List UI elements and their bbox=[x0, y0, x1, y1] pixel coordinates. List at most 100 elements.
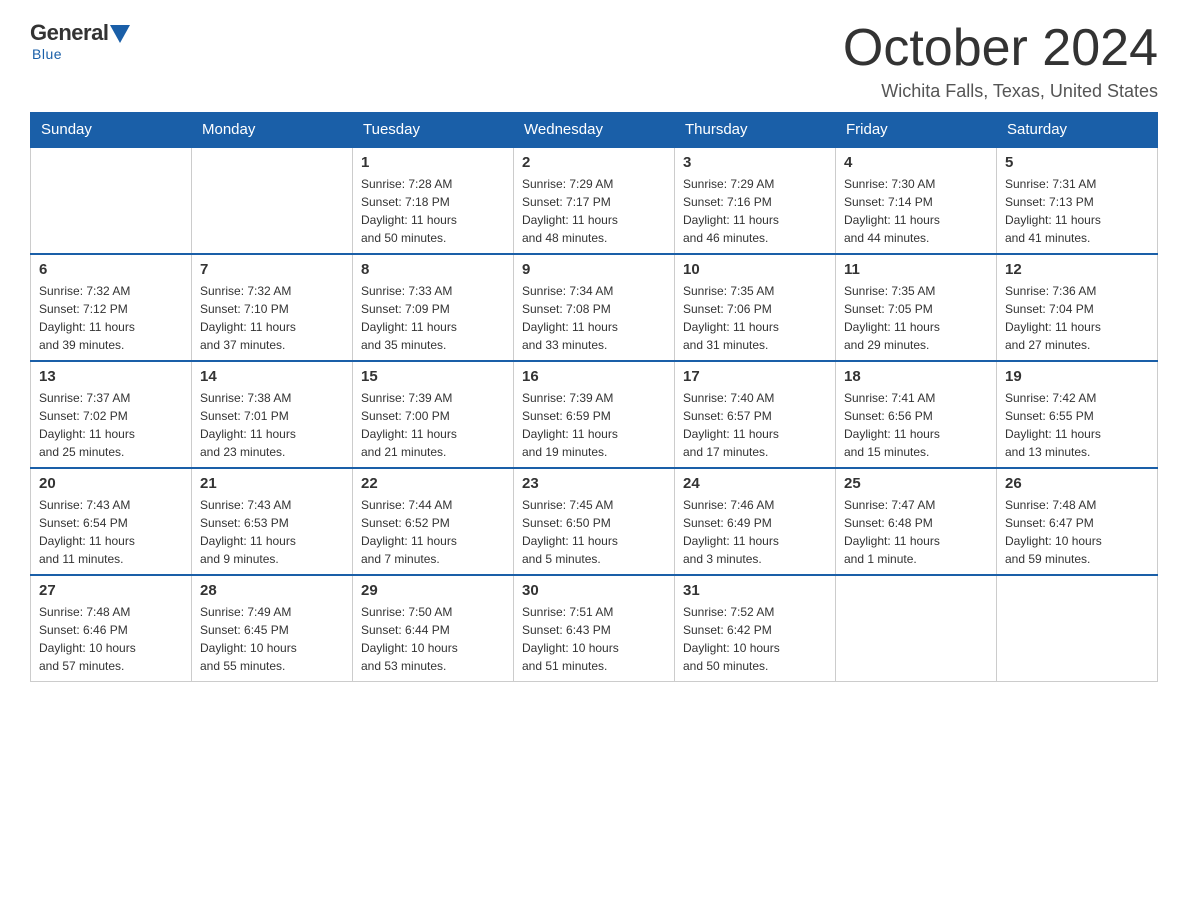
calendar-cell: 20 Sunrise: 7:43 AMSunset: 6:54 PMDayligh… bbox=[31, 468, 192, 575]
day-number: 17 bbox=[683, 368, 827, 385]
day-info: Sunrise: 7:44 AMSunset: 6:52 PMDaylight:… bbox=[361, 496, 505, 568]
calendar-cell: 1Sunrise: 7:28 AMSunset: 7:18 PMDaylight… bbox=[353, 147, 514, 254]
calendar-cell: 23 Sunrise: 7:45 AMSunset: 6:50 PMDayligh… bbox=[514, 468, 675, 575]
day-number: 11 bbox=[844, 261, 988, 278]
day-info: Sunrise: 7:29 AMSunset: 7:17 PMDaylight:… bbox=[522, 175, 666, 247]
day-number: 3 bbox=[683, 154, 827, 171]
day-info: Sunrise: 7:29 AMSunset: 7:16 PMDaylight:… bbox=[683, 175, 827, 247]
calendar-cell bbox=[31, 147, 192, 254]
day-info: Sunrise: 7:52 AMSunset: 6:42 PMDaylight:… bbox=[683, 603, 827, 675]
calendar-cell: 30 Sunrise: 7:51 AMSunset: 6:43 PMDayligh… bbox=[514, 575, 675, 682]
day-number: 6 bbox=[39, 261, 183, 278]
day-info: Sunrise: 7:51 AMSunset: 6:43 PMDaylight:… bbox=[522, 603, 666, 675]
day-info: Sunrise: 7:47 AMSunset: 6:48 PMDaylight:… bbox=[844, 496, 988, 568]
calendar-week-5: 27 Sunrise: 7:48 AMSunset: 6:46 PMDayligh… bbox=[31, 575, 1158, 682]
logo: General Blue bbox=[30, 20, 130, 62]
day-info: Sunrise: 7:37 AMSunset: 7:02 PMDaylight:… bbox=[39, 389, 183, 461]
header-saturday: Saturday bbox=[997, 113, 1158, 148]
day-info: Sunrise: 7:43 AMSunset: 6:54 PMDaylight:… bbox=[39, 496, 183, 568]
day-number: 12 bbox=[1005, 261, 1149, 278]
calendar-cell: 18 Sunrise: 7:41 AMSunset: 6:56 PMDayligh… bbox=[836, 361, 997, 468]
day-info: Sunrise: 7:48 AMSunset: 6:47 PMDaylight:… bbox=[1005, 496, 1149, 568]
day-number: 23 bbox=[522, 475, 666, 492]
day-number: 5 bbox=[1005, 154, 1149, 171]
day-info: Sunrise: 7:45 AMSunset: 6:50 PMDaylight:… bbox=[522, 496, 666, 568]
calendar-cell: 13 Sunrise: 7:37 AMSunset: 7:02 PMDayligh… bbox=[31, 361, 192, 468]
calendar-cell: 9 Sunrise: 7:34 AMSunset: 7:08 PMDaylight… bbox=[514, 254, 675, 361]
day-number: 19 bbox=[1005, 368, 1149, 385]
day-info: Sunrise: 7:39 AMSunset: 7:00 PMDaylight:… bbox=[361, 389, 505, 461]
logo-blue-text: Blue bbox=[32, 46, 62, 62]
day-number: 31 bbox=[683, 582, 827, 599]
day-info: Sunrise: 7:50 AMSunset: 6:44 PMDaylight:… bbox=[361, 603, 505, 675]
calendar-week-3: 13 Sunrise: 7:37 AMSunset: 7:02 PMDayligh… bbox=[31, 361, 1158, 468]
calendar-cell: 4 Sunrise: 7:30 AMSunset: 7:14 PMDaylight… bbox=[836, 147, 997, 254]
calendar-cell: 10Sunrise: 7:35 AMSunset: 7:06 PMDayligh… bbox=[675, 254, 836, 361]
day-number: 1 bbox=[361, 154, 505, 171]
calendar-cell: 8 Sunrise: 7:33 AMSunset: 7:09 PMDaylight… bbox=[353, 254, 514, 361]
day-number: 2 bbox=[522, 154, 666, 171]
day-number: 21 bbox=[200, 475, 344, 492]
day-number: 7 bbox=[200, 261, 344, 278]
day-number: 20 bbox=[39, 475, 183, 492]
calendar-cell: 28Sunrise: 7:49 AMSunset: 6:45 PMDayligh… bbox=[192, 575, 353, 682]
header-sunday: Sunday bbox=[31, 113, 192, 148]
day-info: Sunrise: 7:35 AMSunset: 7:06 PMDaylight:… bbox=[683, 282, 827, 354]
calendar-cell: 15 Sunrise: 7:39 AMSunset: 7:00 PMDayligh… bbox=[353, 361, 514, 468]
calendar-cell: 5 Sunrise: 7:31 AMSunset: 7:13 PMDaylight… bbox=[997, 147, 1158, 254]
day-info: Sunrise: 7:30 AMSunset: 7:14 PMDaylight:… bbox=[844, 175, 988, 247]
day-number: 24 bbox=[683, 475, 827, 492]
calendar-week-1: 1Sunrise: 7:28 AMSunset: 7:18 PMDaylight… bbox=[31, 147, 1158, 254]
day-number: 4 bbox=[844, 154, 988, 171]
day-number: 29 bbox=[361, 582, 505, 599]
main-title: October 2024 bbox=[843, 20, 1158, 77]
day-number: 8 bbox=[361, 261, 505, 278]
day-number: 13 bbox=[39, 368, 183, 385]
day-number: 30 bbox=[522, 582, 666, 599]
day-info: Sunrise: 7:33 AMSunset: 7:09 PMDaylight:… bbox=[361, 282, 505, 354]
day-info: Sunrise: 7:32 AMSunset: 7:10 PMDaylight:… bbox=[200, 282, 344, 354]
calendar-cell: 11 Sunrise: 7:35 AMSunset: 7:05 PMDayligh… bbox=[836, 254, 997, 361]
day-info: Sunrise: 7:32 AMSunset: 7:12 PMDaylight:… bbox=[39, 282, 183, 354]
day-info: Sunrise: 7:39 AMSunset: 6:59 PMDaylight:… bbox=[522, 389, 666, 461]
day-number: 26 bbox=[1005, 475, 1149, 492]
calendar-cell: 6 Sunrise: 7:32 AMSunset: 7:12 PMDaylight… bbox=[31, 254, 192, 361]
calendar-cell: 14 Sunrise: 7:38 AMSunset: 7:01 PMDayligh… bbox=[192, 361, 353, 468]
calendar-cell: 24Sunrise: 7:46 AMSunset: 6:49 PMDayligh… bbox=[675, 468, 836, 575]
calendar-cell: 21 Sunrise: 7:43 AMSunset: 6:53 PMDayligh… bbox=[192, 468, 353, 575]
day-number: 16 bbox=[522, 368, 666, 385]
day-info: Sunrise: 7:40 AMSunset: 6:57 PMDaylight:… bbox=[683, 389, 827, 461]
day-info: Sunrise: 7:34 AMSunset: 7:08 PMDaylight:… bbox=[522, 282, 666, 354]
day-info: Sunrise: 7:48 AMSunset: 6:46 PMDaylight:… bbox=[39, 603, 183, 675]
subtitle: Wichita Falls, Texas, United States bbox=[843, 81, 1158, 102]
logo-top: General bbox=[30, 20, 130, 46]
calendar-cell bbox=[836, 575, 997, 682]
header-wednesday: Wednesday bbox=[514, 113, 675, 148]
header-monday: Monday bbox=[192, 113, 353, 148]
day-info: Sunrise: 7:43 AMSunset: 6:53 PMDaylight:… bbox=[200, 496, 344, 568]
calendar-cell: 19Sunrise: 7:42 AMSunset: 6:55 PMDayligh… bbox=[997, 361, 1158, 468]
calendar-cell: 12Sunrise: 7:36 AMSunset: 7:04 PMDayligh… bbox=[997, 254, 1158, 361]
header-tuesday: Tuesday bbox=[353, 113, 514, 148]
page-header: General Blue October 2024 Wichita Falls,… bbox=[30, 20, 1158, 102]
header-thursday: Thursday bbox=[675, 113, 836, 148]
day-number: 14 bbox=[200, 368, 344, 385]
calendar-table: SundayMondayTuesdayWednesdayThursdayFrid… bbox=[30, 112, 1158, 682]
calendar-cell: 25 Sunrise: 7:47 AMSunset: 6:48 PMDayligh… bbox=[836, 468, 997, 575]
day-number: 9 bbox=[522, 261, 666, 278]
header-friday: Friday bbox=[836, 113, 997, 148]
title-section: October 2024 Wichita Falls, Texas, Unite… bbox=[843, 20, 1158, 102]
day-info: Sunrise: 7:41 AMSunset: 6:56 PMDaylight:… bbox=[844, 389, 988, 461]
day-info: Sunrise: 7:49 AMSunset: 6:45 PMDaylight:… bbox=[200, 603, 344, 675]
day-number: 25 bbox=[844, 475, 988, 492]
day-info: Sunrise: 7:35 AMSunset: 7:05 PMDaylight:… bbox=[844, 282, 988, 354]
calendar-cell: 22Sunrise: 7:44 AMSunset: 6:52 PMDayligh… bbox=[353, 468, 514, 575]
calendar-cell: 3 Sunrise: 7:29 AMSunset: 7:16 PMDaylight… bbox=[675, 147, 836, 254]
calendar-cell bbox=[997, 575, 1158, 682]
day-number: 18 bbox=[844, 368, 988, 385]
day-info: Sunrise: 7:38 AMSunset: 7:01 PMDaylight:… bbox=[200, 389, 344, 461]
day-number: 27 bbox=[39, 582, 183, 599]
day-number: 15 bbox=[361, 368, 505, 385]
day-info: Sunrise: 7:31 AMSunset: 7:13 PMDaylight:… bbox=[1005, 175, 1149, 247]
logo-general-text: General bbox=[30, 20, 108, 46]
